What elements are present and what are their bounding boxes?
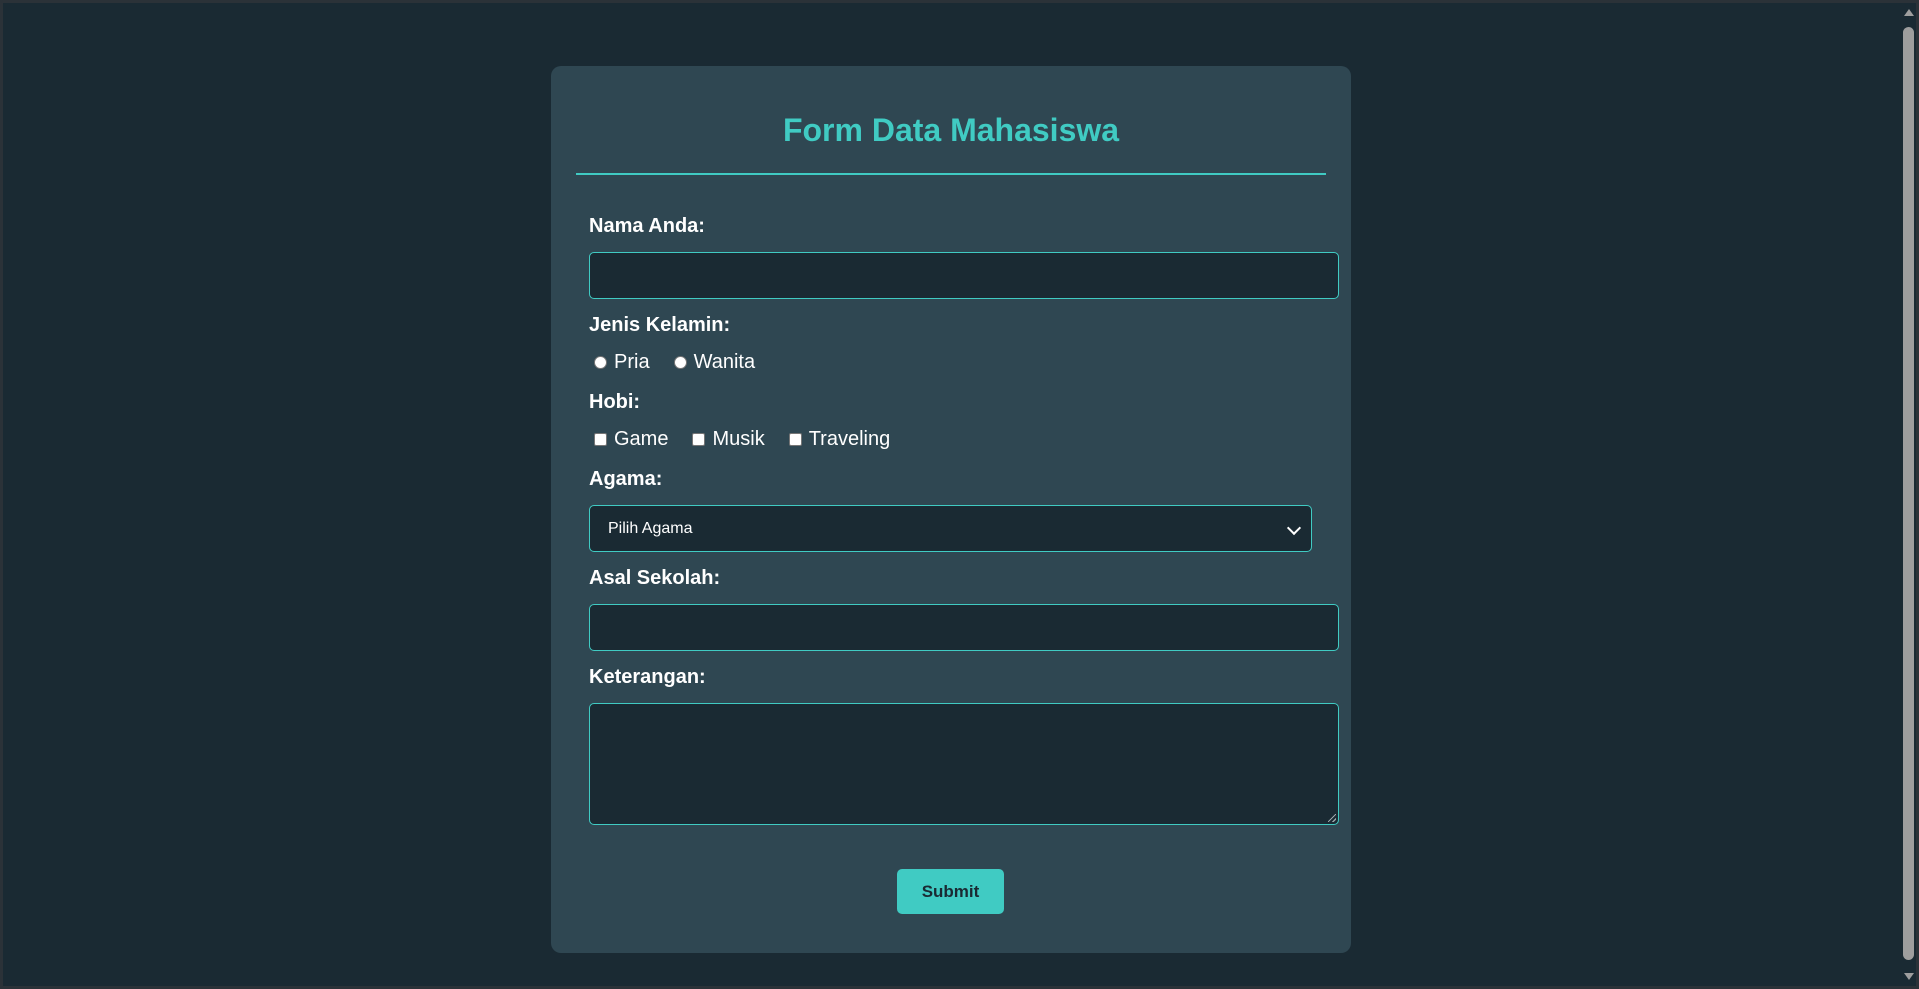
radio-pria[interactable]: Pria	[594, 351, 650, 374]
scroll-down-icon[interactable]	[1904, 973, 1914, 980]
keterangan-textarea[interactable]	[589, 703, 1339, 825]
radio-pria-label: Pria	[614, 351, 650, 373]
checkbox-musik-label: Musik	[712, 428, 765, 450]
asal-sekolah-label: Asal Sekolah:	[589, 567, 721, 589]
title-divider	[576, 173, 1326, 175]
radio-button[interactable]	[673, 356, 687, 369]
checkbox-game[interactable]: Game	[594, 428, 668, 451]
radio-wanita[interactable]: Wanita	[673, 351, 756, 374]
scrollbar-thumb[interactable]	[1903, 27, 1914, 960]
radio-button[interactable]	[594, 356, 607, 369]
vertical-scrollbar[interactable]	[1900, 3, 1916, 986]
checkbox[interactable]	[594, 433, 607, 446]
nama-input[interactable]	[589, 252, 1339, 299]
agama-label: Agama:	[589, 468, 663, 490]
asal-sekolah-input[interactable]	[589, 604, 1339, 651]
hobi-label: Hobi:	[589, 391, 641, 413]
checkbox-musik[interactable]: Musik	[692, 428, 765, 451]
submit-button[interactable]: Submit	[897, 869, 1004, 914]
radio-wanita-label: Wanita	[693, 351, 756, 373]
chevron-down-icon	[1286, 520, 1302, 536]
hobi-options: Game Musik Traveling	[594, 428, 914, 451]
checkbox[interactable]	[692, 433, 706, 446]
agama-selected-value: Pilih Agama	[608, 520, 693, 537]
jenis-kelamin-options: Pria Wanita	[594, 351, 779, 374]
checkbox[interactable]	[788, 433, 802, 446]
nama-label: Nama Anda:	[589, 215, 705, 237]
page-title: Form Data Mahasiswa	[782, 112, 1120, 148]
checkbox-traveling[interactable]: Traveling	[788, 428, 891, 451]
keterangan-label: Keterangan:	[589, 666, 706, 688]
checkbox-traveling-label: Traveling	[808, 428, 891, 450]
resize-grip-icon[interactable]	[1328, 814, 1336, 822]
form-card: Form Data Mahasiswa Nama Anda: Jenis Kel…	[551, 66, 1351, 953]
scroll-up-icon[interactable]	[1904, 9, 1914, 16]
checkbox-game-label: Game	[614, 428, 669, 450]
jenis-kelamin-label: Jenis Kelamin:	[589, 314, 731, 336]
agama-select[interactable]: Pilih Agama	[589, 505, 1312, 552]
